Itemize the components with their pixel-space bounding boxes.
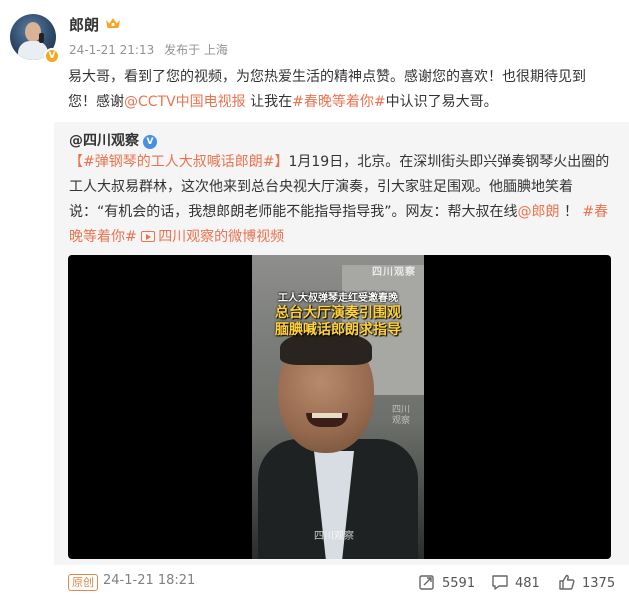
retweet-card: @四川观察 V 【#弹钢琴的工人大叔喊话郎朗#】1月19日，北京。在深圳街头即兴弹…: [54, 122, 629, 565]
like-count: 1375: [582, 576, 616, 591]
post-meta: 24-1-21 21:13 发布于 上海: [69, 41, 234, 58]
video-frame: 四川观察 四川 观察 四川观察 工人大叔弹琴走红受邀春晚 总台大厅演奏引围观 腼腆…: [252, 255, 424, 559]
comment-button[interactable]: 481: [491, 573, 540, 591]
post-text-part: 中认识了易大哥。: [385, 94, 498, 110]
comment-icon: [492, 575, 508, 590]
video-watermark: 四川观察: [392, 405, 411, 426]
blue-v-icon: V: [143, 135, 157, 149]
retweet-text-part: ！: [559, 204, 583, 220]
like-icon: [559, 574, 575, 590]
comment-count: 481: [515, 576, 540, 591]
like-button[interactable]: 1375: [558, 573, 615, 591]
weibo-post: V 郎朗 24-1-21 21:13 发布于 上海 易大哥，看到了您的视频，为您…: [0, 0, 629, 602]
verified-badge-icon: V: [44, 48, 60, 64]
retweet-footer: 原创 24-1-21 18:21 5591 481 1375: [0, 565, 629, 602]
retweet-author[interactable]: @四川观察 V: [69, 130, 157, 150]
video-link[interactable]: 四川观察的微博视频: [158, 229, 284, 245]
share-icon: [419, 575, 434, 590]
post-text-part: 让我在: [245, 94, 293, 110]
video-watermark: 四川观察: [372, 267, 416, 278]
retweet-date[interactable]: 24-1-21 18:21: [103, 573, 195, 588]
retweet-author-name[interactable]: @四川观察: [69, 133, 139, 149]
post-time[interactable]: 24-1-21 21:13: [69, 43, 154, 57]
mention-link[interactable]: @郎朗: [518, 204, 560, 220]
topic-link[interactable]: 【#弹钢琴的工人大叔喊话郎朗#】: [69, 154, 288, 170]
retweet-text: 【#弹钢琴的工人大叔喊话郎朗#】1月19日，北京。在深圳街头即兴弹奏钢琴火出圈的…: [69, 150, 619, 250]
post-source: 发布于 上海: [164, 43, 228, 57]
crown-icon: [106, 18, 120, 28]
post-text: 易大哥，看到了您的视频，为您热爱生活的精神点赞。感谢您的喜欢！也很期待见到您！感…: [68, 65, 613, 115]
video-player[interactable]: 四川观察 四川 观察 四川观察 工人大叔弹琴走红受邀春晚 总台大厅演奏引围观 腼腆…: [68, 255, 611, 559]
author-name[interactable]: 郎朗: [69, 14, 99, 35]
share-button[interactable]: 5591: [418, 573, 475, 591]
video-link-icon: [141, 231, 156, 242]
mention-link[interactable]: @CCTV中国电视报: [124, 94, 246, 110]
video-caption: 腼腆喊话郎朗求指导: [275, 322, 401, 338]
topic-link[interactable]: #春晚等着你#: [292, 94, 385, 110]
original-badge: 原创: [68, 574, 98, 591]
share-count: 5591: [442, 576, 476, 591]
video-watermark: 四川观察: [314, 531, 354, 542]
